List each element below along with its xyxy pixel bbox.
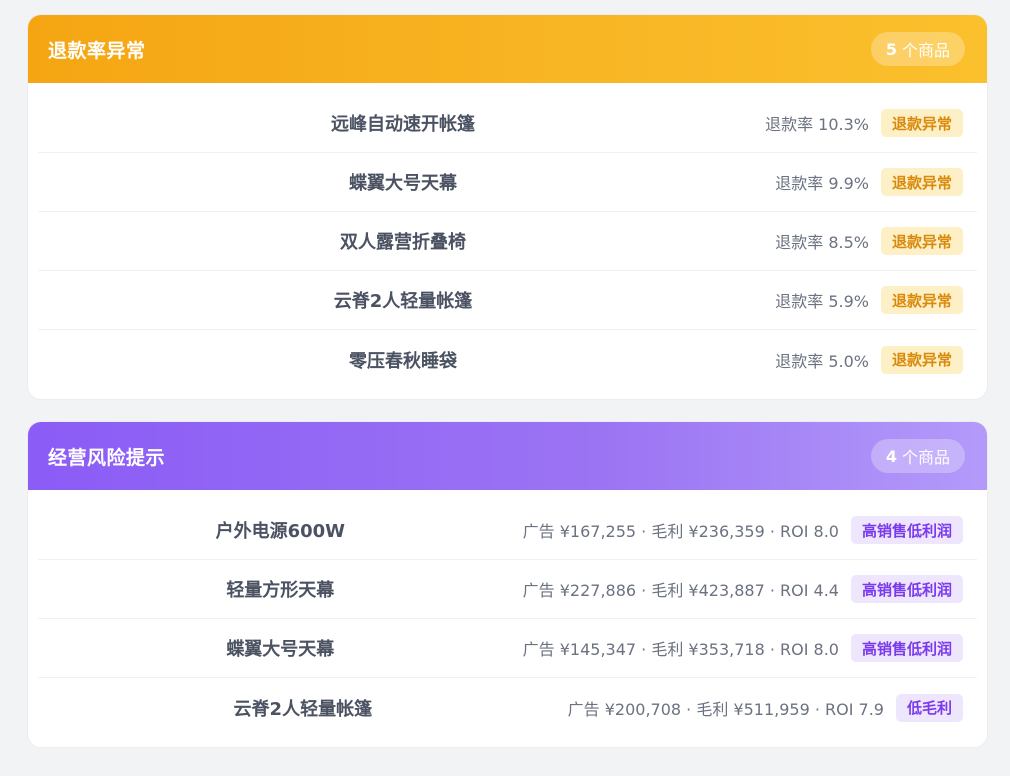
refund-rate: 退款率 5.9%	[775, 292, 869, 311]
refund-count-number: 5	[885, 39, 897, 59]
refund-anomaly-tag: 退款异常	[880, 168, 963, 196]
product-name: 云脊2人轻量帐篷	[233, 698, 373, 720]
refund-anomaly-tag: 退款异常	[880, 286, 963, 314]
product-name: 轻量方形天幕	[226, 580, 335, 601]
risk-tag: 高销售低利润	[850, 575, 963, 603]
risk-tag: 低毛利	[895, 693, 963, 722]
risk-metrics: 广告 ¥145,347 · 毛利 ¥353,718 · ROI 8.0	[522, 640, 839, 659]
refund-rate: 退款率 8.5%	[775, 233, 869, 252]
refund-row[interactable]: 蝶翼大号天幕 退款率 9.9% 退款异常	[38, 153, 977, 212]
risk-product-list: 户外电源600W 广告 ¥167,255 · 毛利 ¥236,359 · ROI…	[28, 490, 987, 747]
risk-card-title: 经营风险提示	[48, 446, 166, 469]
refund-row[interactable]: 远峰自动速开帐篷 退款率 10.3% 退款异常	[38, 94, 977, 153]
refund-anomaly-tag: 退款异常	[880, 109, 963, 137]
risk-metrics: 广告 ¥200,708 · 毛利 ¥511,959 · ROI 7.9	[567, 699, 884, 719]
business-risk-card: 经营风险提示 4 个商品 户外电源600W 广告 ¥167,255 · 毛利 ¥…	[27, 421, 988, 748]
product-name: 云脊2人轻量帐篷	[333, 291, 473, 312]
refund-anomaly-card: 退款率异常 5 个商品 远峰自动速开帐篷 退款率 10.3% 退款异常 蝶翼大号…	[27, 14, 988, 400]
refund-product-list: 远峰自动速开帐篷 退款率 10.3% 退款异常 蝶翼大号天幕 退款率 9.9% …	[28, 83, 987, 399]
refund-row[interactable]: 云脊2人轻量帐篷 退款率 5.9% 退款异常	[38, 271, 977, 330]
risk-tag: 高销售低利润	[850, 516, 963, 544]
refund-rate: 退款率 9.9%	[775, 174, 869, 193]
product-name: 蝶翼大号天幕	[226, 639, 335, 660]
refund-rate: 退款率 5.0%	[775, 351, 869, 371]
risk-panels: 退款率异常 5 个商品 远峰自动速开帐篷 退款率 10.3% 退款异常 蝶翼大号…	[27, 14, 988, 748]
risk-metrics: 广告 ¥167,255 · 毛利 ¥236,359 · ROI 8.0	[522, 522, 839, 541]
refund-row[interactable]: 零压春秋睡袋 退款率 5.0% 退款异常	[38, 330, 977, 389]
risk-card-header: 经营风险提示 4 个商品	[28, 422, 987, 490]
refund-count-badge: 5 个商品	[870, 32, 965, 66]
risk-count-unit: 个商品	[901, 448, 950, 467]
product-name: 远峰自动速开帐篷	[331, 114, 475, 135]
product-name: 双人露营折叠椅	[340, 232, 466, 253]
risk-row[interactable]: 轻量方形天幕 广告 ¥227,886 · 毛利 ¥423,887 · ROI 4…	[38, 560, 977, 619]
refund-card-title: 退款率异常	[48, 39, 146, 62]
risk-row[interactable]: 蝶翼大号天幕 广告 ¥145,347 · 毛利 ¥353,718 · ROI 8…	[38, 619, 977, 678]
risk-count-number: 4	[885, 446, 897, 466]
risk-row[interactable]: 户外电源600W 广告 ¥167,255 · 毛利 ¥236,359 · ROI…	[38, 501, 977, 560]
refund-card-header: 退款率异常 5 个商品	[28, 15, 987, 83]
product-name: 零压春秋睡袋	[349, 350, 457, 372]
refund-anomaly-tag: 退款异常	[880, 345, 963, 374]
refund-rate: 退款率 10.3%	[765, 115, 869, 134]
risk-tag: 高销售低利润	[850, 634, 963, 662]
refund-anomaly-tag: 退款异常	[880, 227, 963, 255]
risk-metrics: 广告 ¥227,886 · 毛利 ¥423,887 · ROI 4.4	[522, 581, 839, 600]
risk-row[interactable]: 云脊2人轻量帐篷 广告 ¥200,708 · 毛利 ¥511,959 · ROI…	[38, 678, 977, 737]
risk-count-badge: 4 个商品	[870, 439, 965, 473]
refund-count-unit: 个商品	[901, 41, 950, 60]
product-name: 户外电源600W	[215, 521, 346, 542]
product-name: 蝶翼大号天幕	[349, 173, 457, 194]
refund-row[interactable]: 双人露营折叠椅 退款率 8.5% 退款异常	[38, 212, 977, 271]
